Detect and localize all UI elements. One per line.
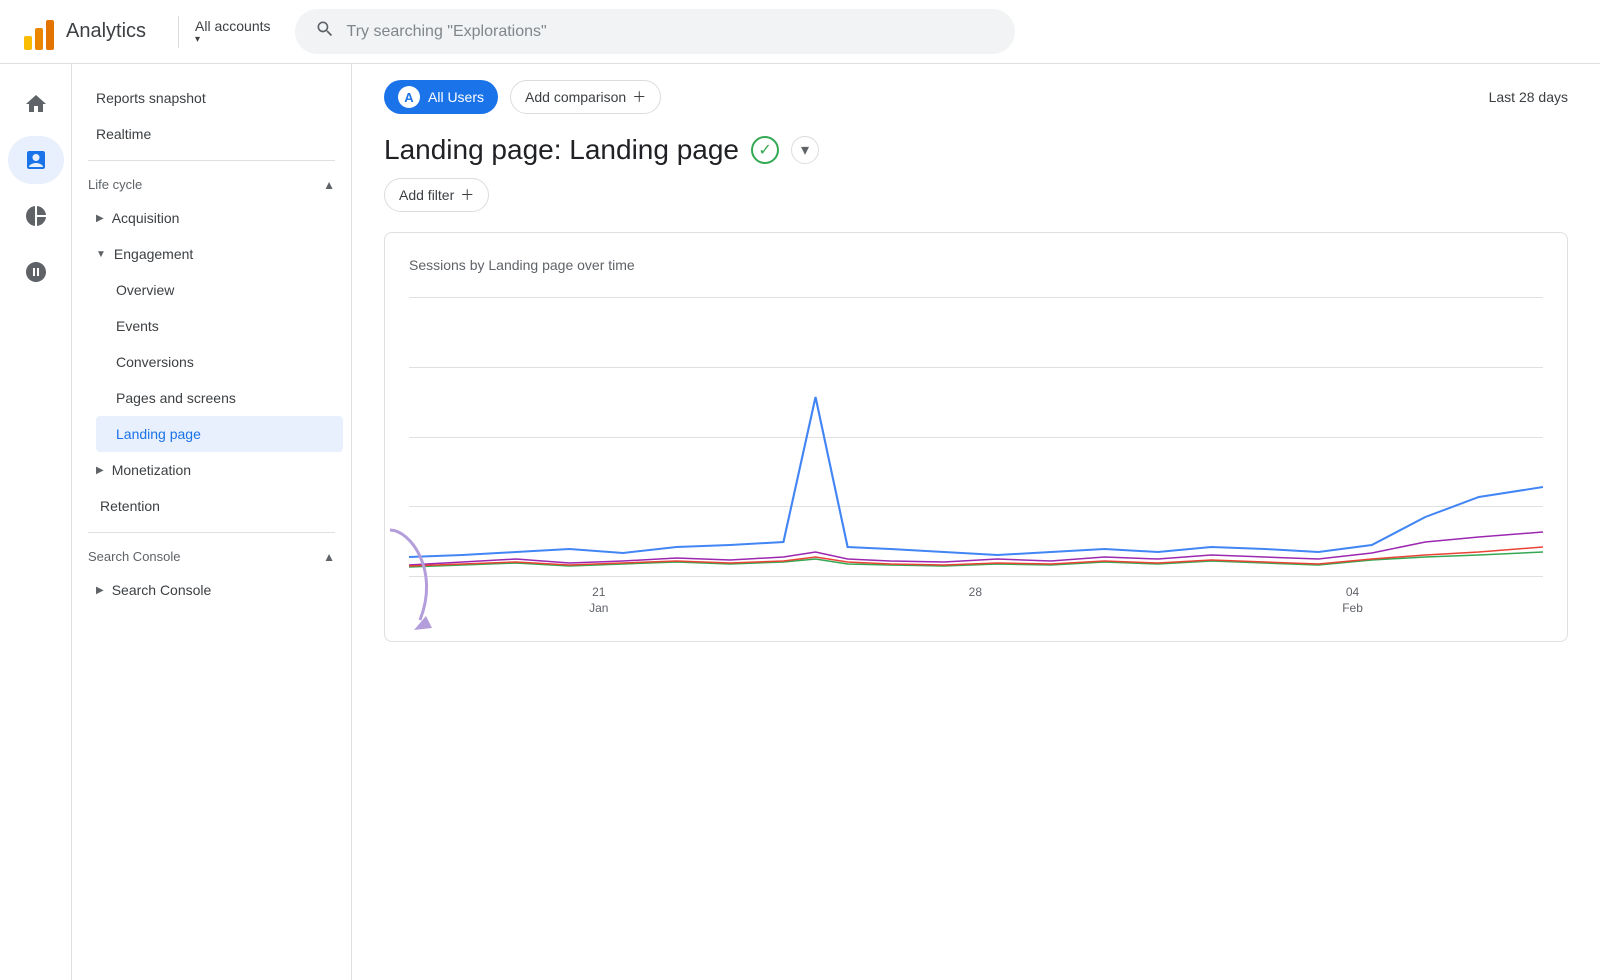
all-users-label: All Users — [428, 89, 484, 105]
nav-dashboard[interactable] — [8, 136, 64, 184]
x-label-month: Feb — [1342, 601, 1363, 615]
conversions-label: Conversions — [116, 354, 194, 370]
acquisition-chevron-icon: ▶ — [96, 213, 104, 224]
chart-container: Sessions by Landing page over time — [384, 232, 1568, 642]
add-filter-label: Add filter — [399, 187, 454, 203]
events-label: Events — [116, 318, 159, 334]
nav-advertising[interactable] — [8, 248, 64, 296]
x-label-date: 21 — [592, 585, 605, 599]
logo-bar-3 — [46, 20, 54, 50]
all-users-avatar: A — [398, 86, 420, 108]
lifecycle-section-header[interactable]: Life cycle ▲ — [72, 169, 351, 200]
nav-home[interactable] — [8, 80, 64, 128]
sidebar-divider-1 — [88, 160, 335, 161]
add-filter-icon: ＋ — [460, 185, 474, 205]
logo-bar-1 — [24, 36, 32, 50]
engagement-chevron-icon: ▼ — [96, 249, 106, 260]
main-content: A All Users Add comparison ＋ Last 28 day… — [352, 64, 1600, 980]
add-comparison-label: Add comparison — [525, 89, 626, 105]
sidebar-item-overview[interactable]: Overview — [96, 272, 343, 308]
sidebar-top-items: Reports snapshot Realtime — [72, 80, 351, 152]
search-console-chevron-icon: ▲ — [323, 550, 335, 564]
search-console-section-header[interactable]: Search Console ▲ — [72, 541, 351, 572]
search-icon — [315, 19, 335, 44]
lifecycle-label: Life cycle — [88, 177, 142, 192]
chevron-down-icon: ▾ — [195, 34, 200, 45]
main-layout: Reports snapshot Realtime Life cycle ▲ ▶… — [0, 64, 1600, 980]
x-label-date: 28 — [969, 585, 982, 599]
sidebar-item-retention[interactable]: Retention — [80, 488, 343, 524]
add-filter-button[interactable]: Add filter ＋ — [384, 178, 489, 212]
app-header: Analytics All accounts ▾ Try searching "… — [0, 0, 1600, 64]
content-header: A All Users Add comparison ＋ Last 28 day… — [352, 64, 1600, 114]
page-title: Landing page: Landing page — [384, 134, 739, 166]
add-icon: ＋ — [632, 87, 646, 107]
page-title-row: Landing page: Landing page ✓ ▾ — [352, 114, 1600, 166]
x-label-04-feb: 04 Feb — [1342, 585, 1363, 615]
sidebar-item-realtime[interactable]: Realtime — [80, 116, 343, 152]
status-check-icon: ✓ — [751, 136, 779, 164]
sidebar: Reports snapshot Realtime Life cycle ▲ ▶… — [72, 64, 352, 980]
chart-svg — [409, 297, 1543, 577]
sidebar-item-search-console[interactable]: ▶ Search Console — [80, 572, 343, 608]
add-filter-row: Add filter ＋ — [352, 166, 1600, 224]
add-comparison-button[interactable]: Add comparison ＋ — [510, 80, 661, 114]
x-label-28: 28 — [969, 585, 982, 601]
monetization-chevron-icon: ▶ — [96, 465, 104, 476]
sidebar-item-conversions[interactable]: Conversions — [96, 344, 343, 380]
app-title: Analytics — [66, 20, 146, 43]
pages-and-screens-label: Pages and screens — [116, 390, 236, 406]
search-bar[interactable]: Try searching "Explorations" — [295, 9, 1015, 54]
retention-label: Retention — [100, 498, 160, 514]
logo-bar-2 — [35, 28, 43, 50]
acquisition-label: Acquisition — [112, 210, 180, 226]
sidebar-item-reports-snapshot[interactable]: Reports snapshot — [80, 80, 343, 116]
engagement-label: Engagement — [114, 246, 193, 262]
all-users-chip[interactable]: A All Users — [384, 80, 498, 114]
all-accounts-button[interactable]: All accounts ▾ — [195, 18, 270, 45]
sidebar-item-monetization[interactable]: ▶ Monetization — [80, 452, 343, 488]
overview-label: Overview — [116, 282, 174, 298]
chart-area: 21 Jan 28 04 Feb — [409, 297, 1543, 617]
sidebar-item-landing-page[interactable]: Landing page — [96, 416, 343, 452]
landing-page-label: Landing page — [116, 426, 201, 442]
header-divider — [178, 16, 179, 48]
sidebar-item-events[interactable]: Events — [96, 308, 343, 344]
logo-area: Analytics — [24, 14, 146, 50]
x-label-21-jan: 21 Jan — [589, 585, 608, 615]
all-accounts-label: All accounts — [195, 18, 270, 34]
sidebar-item-engagement[interactable]: ▼ Engagement — [80, 236, 343, 272]
lifecycle-chevron-icon: ▲ — [323, 178, 335, 192]
monetization-label: Monetization — [112, 462, 191, 478]
sidebar-item-pages-and-screens[interactable]: Pages and screens — [96, 380, 343, 416]
x-label-date: 04 — [1346, 585, 1359, 599]
search-console-label: Search Console — [112, 582, 212, 598]
chart-title: Sessions by Landing page over time — [409, 257, 1543, 273]
engagement-children: Overview Events Conversions Pages and sc… — [72, 272, 351, 452]
filters-row: A All Users Add comparison ＋ — [384, 80, 661, 114]
search-console-expand-icon: ▶ — [96, 585, 104, 596]
logo-icon — [24, 14, 54, 50]
icon-nav — [0, 64, 72, 980]
date-range: Last 28 days — [1489, 89, 1568, 105]
sidebar-divider-2 — [88, 532, 335, 533]
search-console-section-label: Search Console — [88, 549, 181, 564]
search-placeholder: Try searching "Explorations" — [347, 23, 547, 41]
sidebar-item-acquisition[interactable]: ▶ Acquisition — [80, 200, 343, 236]
chart-x-labels: 21 Jan 28 04 Feb — [409, 577, 1543, 617]
title-dropdown-button[interactable]: ▾ — [791, 136, 819, 164]
nav-explore[interactable] — [8, 192, 64, 240]
x-label-month: Jan — [589, 601, 608, 615]
